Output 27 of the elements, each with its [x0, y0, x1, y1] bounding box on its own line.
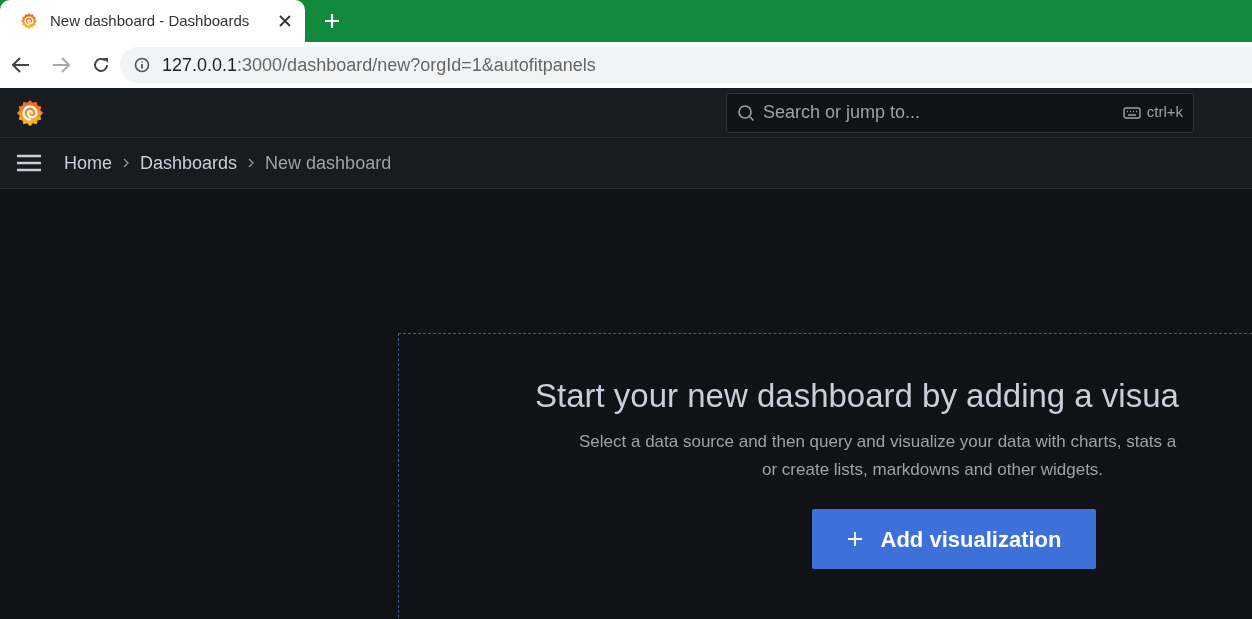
address-bar[interactable]: 127.0.0.1:3000/dashboard/new?orgId=1&autofitpanels: [120, 47, 1252, 83]
search-placeholder: Search or jump to...: [763, 101, 922, 124]
breadcrumb-link[interactable]: New dashboard: [265, 149, 392, 177]
panel-title: Start your new dashboard by adding a visua: [535, 376, 1180, 416]
chevron-icon: [122, 158, 130, 168]
chevron-icon: [247, 158, 256, 168]
keyboard-icon: [1122, 106, 1141, 119]
new-tab-icon[interactable]: [324, 13, 340, 29]
panel-description: Select a data source and then query and visualize your data with charts, stats a: [579, 431, 1178, 453]
close-icon[interactable]: [279, 15, 291, 27]
add-visualization-button[interactable]: Add visualization: [812, 509, 1096, 569]
breadcrumb-link[interactable]: Home: [64, 149, 112, 177]
spiral-logo-icon: [15, 97, 45, 128]
shortcut-hint: ctrl+k: [1146, 102, 1183, 123]
info-icon: [134, 57, 150, 73]
search-icon: [737, 103, 755, 122]
menu-icon[interactable]: [16, 154, 42, 172]
breadcrumb-link[interactable]: Dashboards: [140, 149, 238, 177]
reload-icon[interactable]: [92, 56, 110, 74]
back-icon[interactable]: [12, 57, 30, 73]
url-text: 127.0.0.1:3000/dashboard/new?orgId=1&autofitpanels: [162, 53, 596, 77]
panel-description: or create lists, markdowns and other widgets.: [762, 459, 1105, 481]
spiral-logo-icon: [20, 12, 38, 30]
search-field[interactable]: Search or jump to... ctrl+k: [726, 92, 1194, 133]
tab-title: New dashboard - Dashboards: [50, 10, 251, 31]
browser-tab[interactable]: New dashboard - Dashboards: [0, 0, 305, 42]
plus-icon: [846, 531, 863, 547]
